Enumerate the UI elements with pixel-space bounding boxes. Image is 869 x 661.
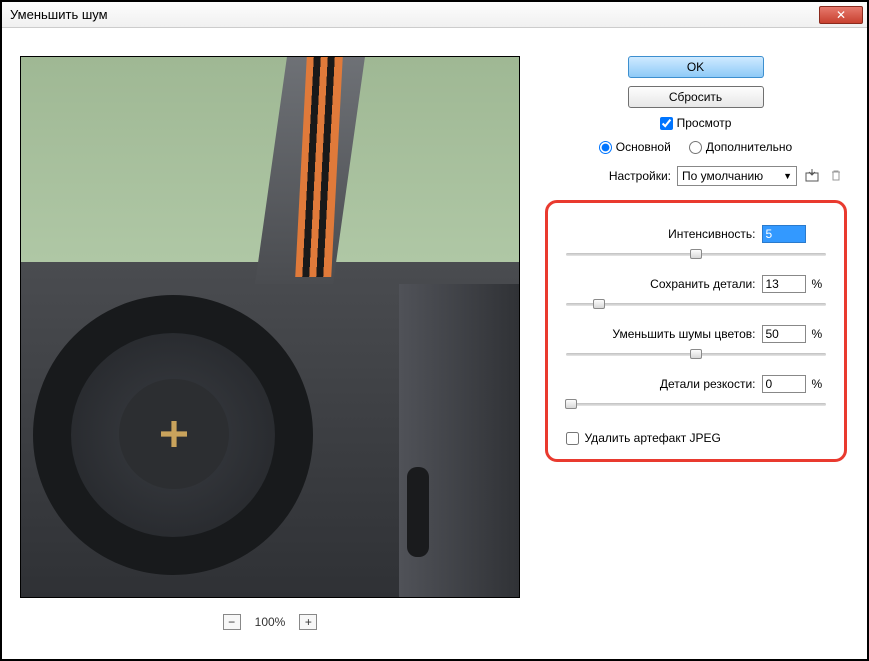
sharpen-slider[interactable] [566,397,826,411]
minus-icon: − [228,615,235,629]
window-title: Уменьшить шум [6,7,819,22]
mode-basic-radio[interactable]: Основной [599,140,671,154]
ok-label: OK [687,60,704,74]
color-noise-group: Уменьшить шумы цветов: % [566,325,826,361]
save-preset-icon [804,167,820,186]
trash-icon [829,168,843,185]
zoom-in-button[interactable]: + [299,614,317,630]
details-group: Сохранить детали: % [566,275,826,311]
preview-label: Просмотр [677,116,732,130]
details-input[interactable] [762,275,806,293]
sliders-panel: Интенсивность: Сохранить детали: % [545,200,847,462]
sharpen-percent: % [812,377,826,391]
details-slider[interactable] [566,297,826,311]
ok-button[interactable]: OK [628,56,764,78]
close-icon: ✕ [836,8,846,22]
mode-basic-label: Основной [616,140,671,154]
sharpen-input[interactable] [762,375,806,393]
details-percent: % [812,277,826,291]
reset-button[interactable]: Сбросить [628,86,764,108]
mode-advanced-label: Дополнительно [706,140,792,154]
preview-checkbox[interactable] [660,117,673,130]
intensity-label: Интенсивность: [668,227,755,241]
preview-column: − 100% + [20,56,520,641]
mode-advanced-input[interactable] [689,141,702,154]
sharpen-label: Детали резкости: [660,377,756,391]
color-noise-slider[interactable] [566,347,826,361]
intensity-input[interactable] [762,225,806,243]
reduce-noise-dialog: Уменьшить шум ✕ − 100% [0,0,869,661]
color-noise-percent: % [812,327,826,341]
dialog-content: − 100% + OK Сбросить Просмотр [2,30,867,659]
controls-column: OK Сбросить Просмотр Основной Дополнител… [542,56,849,641]
sharpen-group: Детали резкости: % [566,375,826,411]
mode-basic-input[interactable] [599,141,612,154]
jpeg-artifact-label: Удалить артефакт JPEG [585,431,721,445]
delete-preset-button[interactable] [827,167,845,185]
preview-image[interactable] [20,56,520,598]
settings-preset-select[interactable]: По умолчанию ▼ [677,166,797,186]
settings-row: Настройки: По умолчанию ▼ [542,166,849,192]
close-button[interactable]: ✕ [819,6,863,24]
chevron-down-icon: ▼ [783,171,792,181]
zoom-out-button[interactable]: − [223,614,241,630]
color-noise-input[interactable] [762,325,806,343]
color-noise-label: Уменьшить шумы цветов: [612,327,755,341]
titlebar: Уменьшить шум ✕ [2,2,867,28]
save-preset-button[interactable] [803,167,821,185]
details-label: Сохранить детали: [650,277,755,291]
mode-advanced-radio[interactable]: Дополнительно [689,140,792,154]
intensity-group: Интенсивность: [566,225,826,261]
jpeg-artifact-checkbox[interactable] [566,432,579,445]
settings-label: Настройки: [609,169,671,183]
car-logo-icon [161,421,187,447]
zoom-level: 100% [255,615,286,629]
intensity-slider[interactable] [566,247,826,261]
reset-label: Сбросить [669,90,722,104]
zoom-controls: − 100% + [223,614,318,630]
plus-icon: + [305,615,312,629]
settings-value: По умолчанию [682,169,763,183]
